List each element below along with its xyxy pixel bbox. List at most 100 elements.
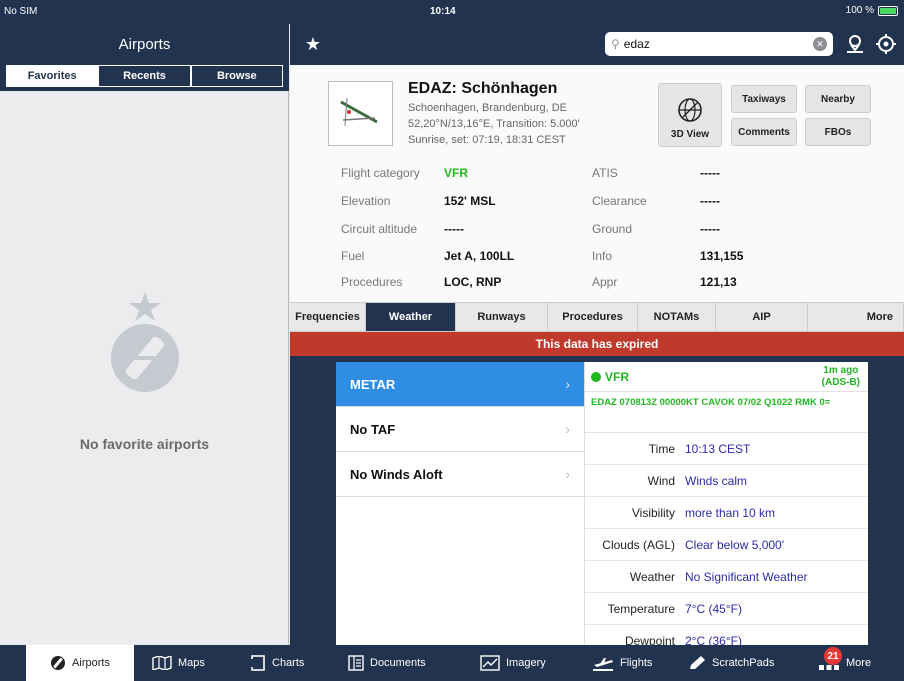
bottom-tab-label: More [846, 657, 872, 669]
favorite-star-button[interactable]: ★ [302, 33, 324, 55]
bottom-tab-airports[interactable]: Airports [26, 645, 134, 681]
airports-sidebar: Airports Favorites Recents Browse No fav… [0, 24, 289, 645]
charts-icon [250, 655, 265, 671]
carrier-label: No SIM [4, 6, 38, 17]
tab-runways[interactable]: Runways [456, 303, 548, 331]
airport-sun-times: Sunrise, set: 07:19, 18:31 CEST [408, 134, 566, 146]
row-label: Weather [629, 569, 675, 584]
bottom-tab-flights[interactable]: Flights [592, 645, 652, 681]
clear-search-icon[interactable]: ✕ [813, 37, 827, 51]
bottom-tab-label: Airports [72, 657, 110, 669]
field-label: Procedures [341, 275, 403, 289]
field-label: Fuel [341, 249, 365, 263]
metar-header: VFR 1m ago (ADS-B) [585, 362, 868, 392]
row-value: 2°C (36°F) [685, 633, 742, 646]
flight-category-value: VFR [444, 166, 468, 180]
empty-state-label: No favorite airports [79, 436, 210, 452]
metar-age-source: (ADS-B) [821, 377, 860, 388]
row-value: No Significant Weather [685, 569, 808, 584]
tab-frequencies[interactable]: Frequencies [290, 303, 366, 331]
segment-browse[interactable]: Browse [190, 65, 283, 87]
table-row: Dewpoint 2°C (36°F) [585, 625, 868, 646]
pencil-icon [690, 656, 705, 669]
airport-diagram-thumbnail[interactable] [328, 81, 393, 146]
empty-state: No favorite airports [0, 284, 289, 452]
favorite-airport-icon [85, 284, 205, 394]
metar-age-time: 1m ago [823, 365, 859, 376]
clearance-value[interactable]: ----- [700, 194, 720, 208]
search-bar: ⚲ ✕ [605, 32, 833, 56]
segment-recents[interactable]: Recents [98, 65, 191, 87]
bottom-tab-label: Imagery [506, 657, 546, 669]
atis-value[interactable]: ----- [700, 166, 720, 180]
bottom-tab-bar: Airports Maps Charts Documents Imagery F… [0, 645, 904, 681]
bottom-tab-charts[interactable]: Charts [250, 645, 304, 681]
bottom-tab-maps[interactable]: Maps [152, 645, 205, 681]
airport-coordinates: 52,20°N/13,16°E, Transition: 5.000' [408, 118, 580, 130]
taxiways-button[interactable]: Taxiways [731, 85, 797, 113]
bottom-tab-scratchpads[interactable]: ScratchPads [688, 645, 774, 681]
row-value: 7°C (45°F) [685, 601, 742, 616]
chevron-right-icon: › [565, 376, 570, 392]
flights-icon [593, 658, 613, 671]
row-value: more than 10 km [685, 505, 776, 520]
table-row: Weather No Significant Weather [585, 561, 868, 593]
bottom-tab-imagery[interactable]: Imagery [480, 645, 546, 681]
row-value: Clear below 5,000' [685, 537, 785, 552]
search-input[interactable] [623, 37, 813, 51]
tab-aip[interactable]: AIP [716, 303, 808, 331]
vfr-status-dot [591, 372, 601, 382]
info-frequency-value[interactable]: 131,155 [700, 249, 743, 263]
3d-view-label: 3D View [670, 129, 710, 140]
airport-pin-icon[interactable] [844, 33, 866, 55]
metar-detail: VFR 1m ago (ADS-B) EDAZ 070813Z 00000KT … [584, 362, 868, 645]
field-label: Ground [592, 222, 633, 236]
metar-age: 1m ago (ADS-B) [822, 365, 860, 389]
more-notification-badge: 21 [824, 647, 842, 665]
sidebar-title: Airports [0, 24, 289, 65]
field-label: Elevation [341, 194, 391, 208]
fbos-button[interactable]: FBOs [805, 118, 871, 146]
field-label: Circuit altitude [341, 222, 418, 236]
tab-weather[interactable]: Weather [366, 303, 456, 331]
map-icon [152, 656, 172, 670]
list-item-taf[interactable]: No TAF › [336, 407, 584, 452]
row-label: Clouds (AGL) [602, 537, 675, 552]
bottom-tab-label: ScratchPads [712, 657, 775, 669]
row-label: Wind [647, 473, 675, 488]
tab-procedures[interactable]: Procedures [548, 303, 638, 331]
field-label: Flight category [341, 166, 420, 180]
circuit-altitude-value: ----- [444, 222, 464, 236]
tab-notams[interactable]: NOTAMs [638, 303, 716, 331]
comments-button[interactable]: Comments [731, 118, 797, 146]
table-row: Visibility more than 10 km [585, 497, 868, 529]
fuel-value: Jet A, 100LL [444, 249, 515, 263]
list-item-winds-aloft[interactable]: No Winds Aloft › [336, 452, 584, 497]
segment-favorites[interactable]: Favorites [6, 65, 99, 87]
3d-view-button[interactable]: 3D View [658, 83, 722, 147]
table-row: Clouds (AGL) Clear below 5,000' [585, 529, 868, 561]
imagery-icon [480, 655, 500, 671]
airport-tabs: Frequencies Weather Runways Procedures N… [290, 302, 904, 332]
battery-icon [878, 5, 898, 16]
metar-raw-text: EDAZ 070813Z 00000KT CAVOK 07/02 Q1022 R… [585, 392, 868, 433]
list-item-label: No TAF [350, 421, 396, 437]
procedures-value: LOC, RNP [444, 275, 502, 289]
search-icon: ⚲ [611, 37, 620, 51]
bottom-tab-label: Documents [370, 657, 426, 669]
list-item-metar[interactable]: METAR › [336, 362, 584, 407]
elevation-value: 152' MSL [444, 194, 496, 208]
table-row: Wind Winds calm [585, 465, 868, 497]
row-value: 10:13 CEST [685, 441, 751, 456]
tab-more[interactable]: More [808, 303, 904, 331]
ground-value[interactable]: ----- [700, 222, 720, 236]
locate-icon[interactable] [875, 33, 897, 55]
weather-source-list: METAR › No TAF › No Winds Aloft › [336, 362, 584, 645]
table-row: Time 10:13 CEST [585, 433, 868, 465]
globe-icon [678, 98, 702, 122]
nearby-button[interactable]: Nearby [805, 85, 871, 113]
bottom-tab-documents[interactable]: Documents [348, 645, 426, 681]
approach-frequency-value[interactable]: 121,13 [700, 275, 737, 289]
field-label: Clearance [592, 194, 647, 208]
row-label: Time [648, 441, 675, 456]
